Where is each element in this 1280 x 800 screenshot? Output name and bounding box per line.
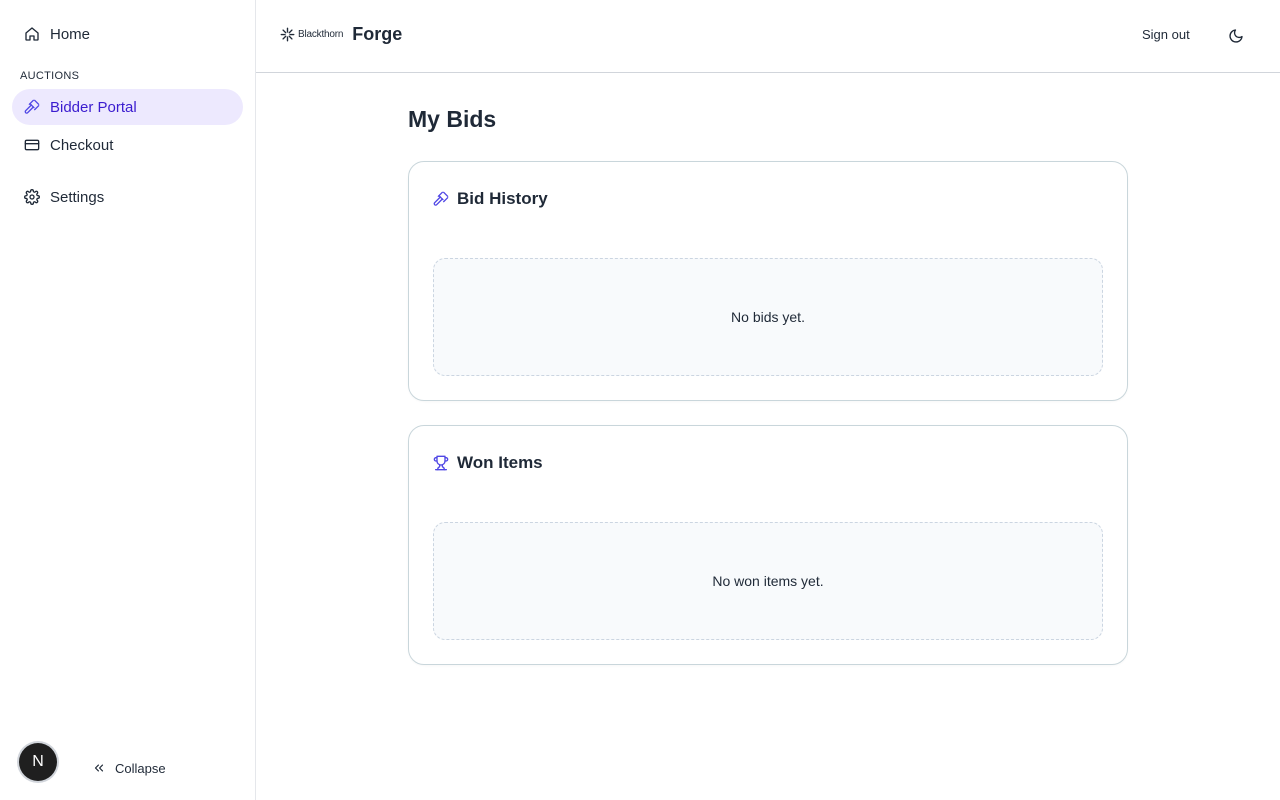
empty-state: No bids yet.	[433, 258, 1103, 376]
sidebar-item-label: Checkout	[50, 136, 114, 154]
page-title: My Bids	[408, 106, 497, 132]
sidebar-item-label: Settings	[50, 188, 105, 206]
brand-logo: Blackthorn	[280, 27, 343, 42]
sidebar-item-checkout[interactable]: Checkout	[12, 127, 243, 163]
collapse-label: Collapse	[115, 760, 166, 776]
brand-product: Forge	[352, 24, 403, 44]
collapse-button[interactable]: Collapse	[92, 758, 166, 778]
gear-icon	[24, 189, 40, 205]
sidebar: Home AUCTIONS Bidder Portal Checkout Set…	[0, 0, 256, 800]
won-items-card: Won Items No won items yet.	[408, 425, 1128, 665]
sign-out-button[interactable]: Sign out	[1142, 27, 1190, 42]
empty-state: No won items yet.	[433, 522, 1103, 640]
theme-toggle-button[interactable]	[1227, 27, 1245, 45]
home-icon	[24, 26, 40, 42]
card-title: Bid History	[457, 189, 548, 208]
chevrons-left-icon	[92, 761, 106, 775]
card-title: Won Items	[457, 453, 543, 472]
sidebar-item-label: Home	[50, 25, 91, 43]
blackthorn-logo-icon	[280, 27, 295, 42]
credit-card-icon	[24, 137, 40, 153]
bid-history-card: Bid History No bids yet.	[408, 161, 1128, 401]
empty-state-text: No won items yet.	[712, 573, 824, 589]
empty-state-text: No bids yet.	[731, 309, 805, 325]
gavel-icon	[433, 191, 449, 207]
brand[interactable]: Blackthorn Forge	[280, 24, 402, 45]
section-label-auctions: AUCTIONS	[20, 70, 80, 82]
sidebar-item-home[interactable]: Home	[12, 16, 243, 52]
card-header: Bid History	[433, 189, 548, 209]
brand-company: Blackthorn	[298, 29, 344, 40]
sidebar-item-label: Bidder Portal	[50, 98, 137, 116]
top-header: Blackthorn Forge Sign out	[256, 0, 1280, 73]
avatar[interactable]: N	[19, 743, 57, 781]
card-header: Won Items	[433, 453, 543, 473]
sidebar-item-settings[interactable]: Settings	[12, 179, 243, 215]
app-root: Home AUCTIONS Bidder Portal Checkout Set…	[0, 0, 1280, 800]
avatar-initial: N	[32, 753, 44, 770]
sidebar-item-bidder-portal[interactable]: Bidder Portal	[12, 89, 243, 125]
trophy-icon	[433, 455, 449, 471]
gavel-icon	[24, 99, 40, 115]
moon-icon	[1229, 29, 1243, 43]
